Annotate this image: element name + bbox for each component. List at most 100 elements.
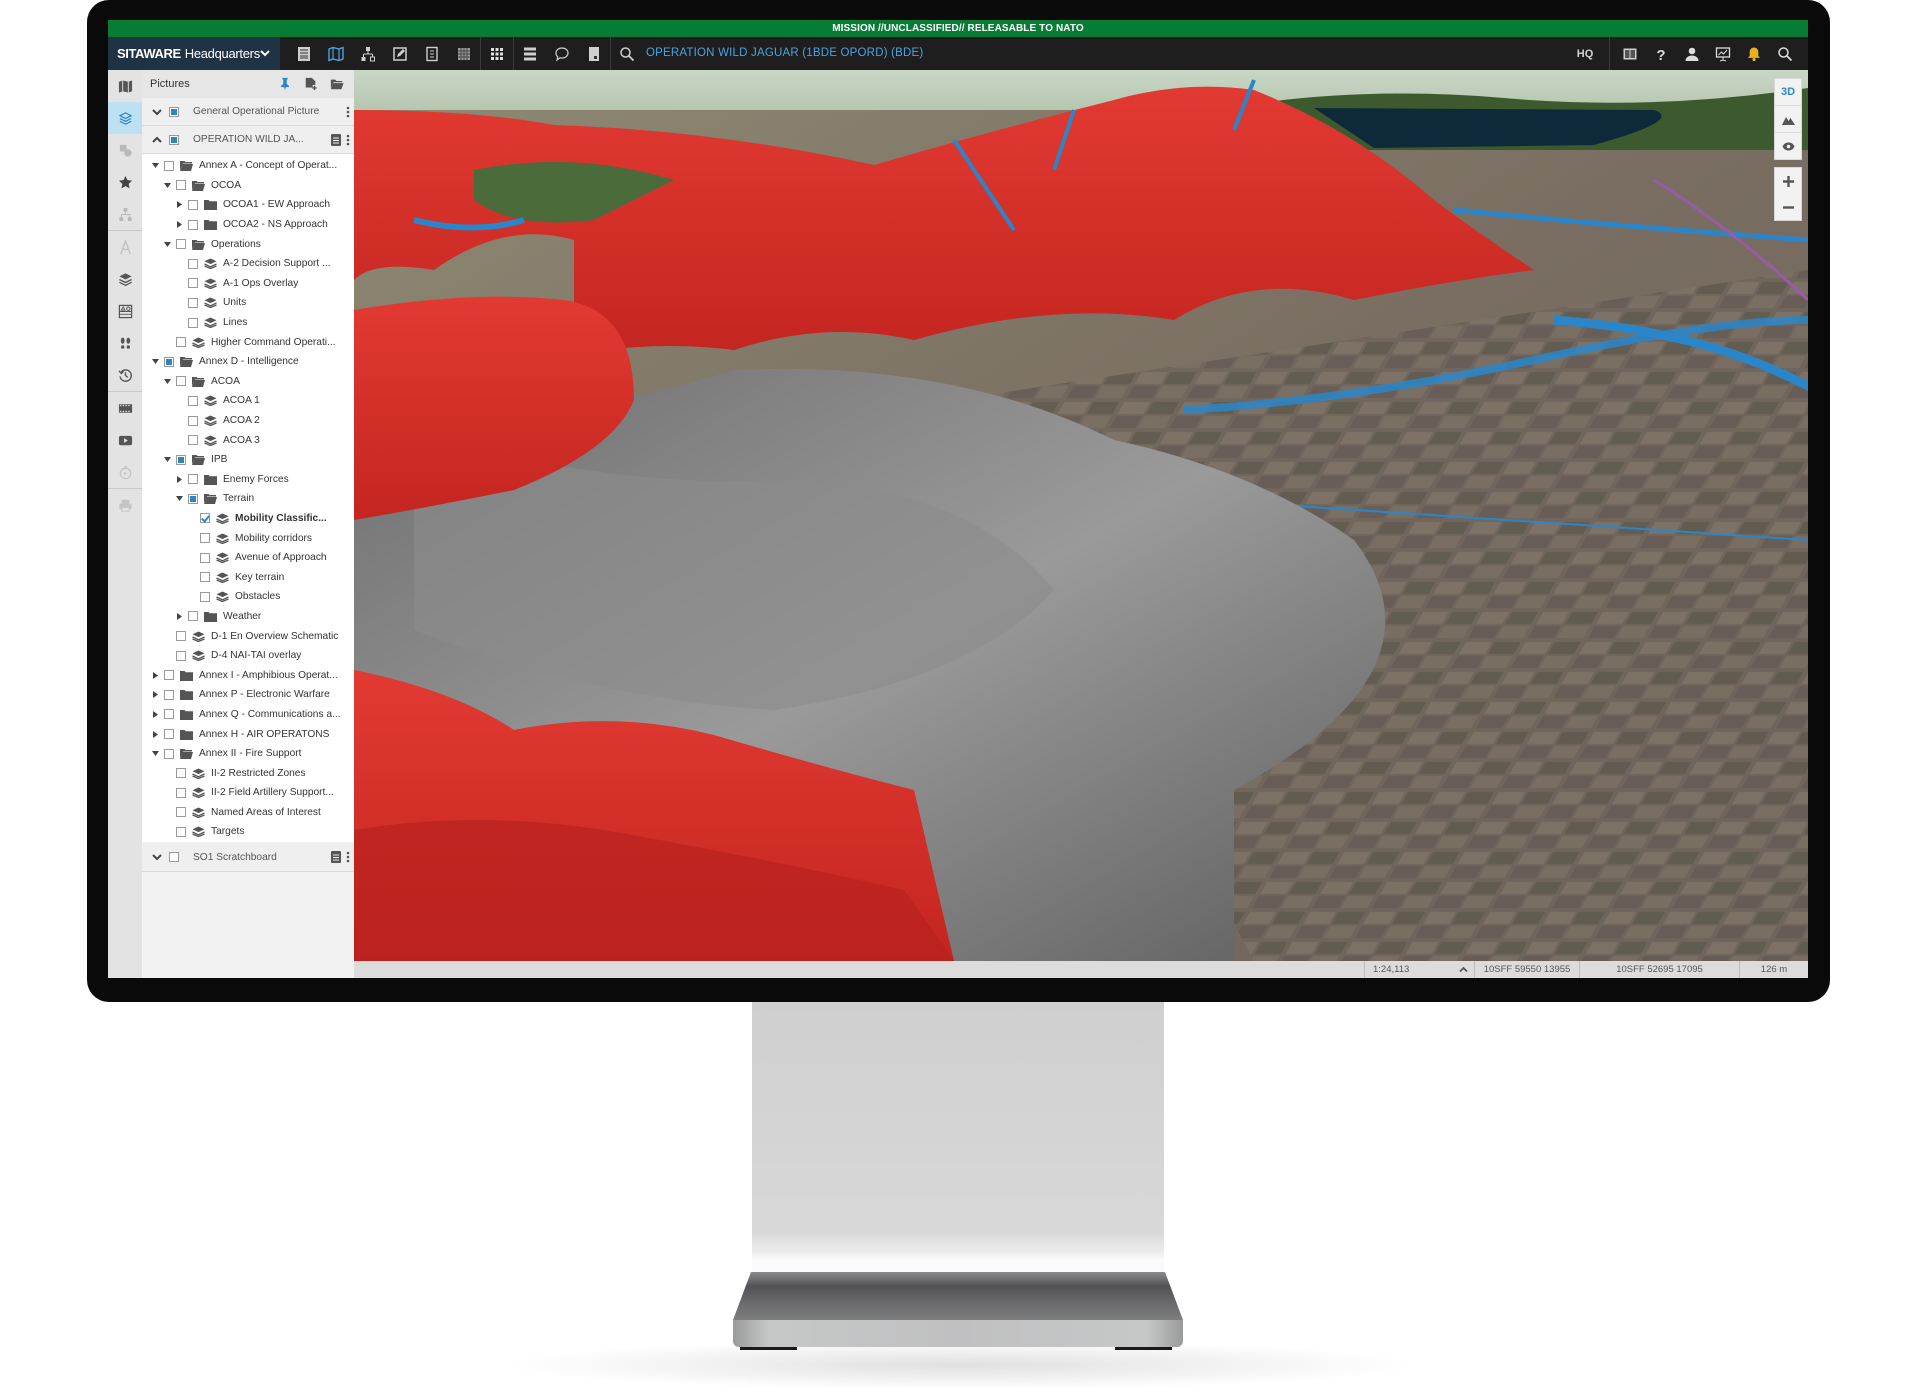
chat-button[interactable]	[546, 37, 578, 70]
tree-item[interactable]: Annex I - Amphibious Operat...	[142, 665, 354, 685]
tree-item[interactable]: II-2 Restricted Zones	[142, 763, 354, 783]
tree-item[interactable]: Units	[142, 293, 354, 313]
tree-item[interactable]: Annex II - Fire Support	[142, 744, 354, 764]
rail-item-map-book[interactable]	[108, 70, 142, 102]
operation-title[interactable]: OPERATION WILD JAGUAR (1BDE OPORD) (BDE)	[646, 37, 923, 70]
layer-checkbox[interactable]	[188, 415, 198, 426]
tree-item[interactable]: Key terrain	[142, 567, 354, 587]
tree-item[interactable]: A-2 Decision Support ...	[142, 254, 354, 274]
layer-checkbox[interactable]	[188, 258, 198, 269]
expand-triangle-closed-icon[interactable]	[150, 690, 160, 700]
app-switcher[interactable]: SITAWARE Headquarters	[108, 37, 280, 70]
document-icon[interactable]	[331, 851, 341, 864]
tree-item[interactable]: Terrain	[142, 489, 354, 509]
document-icon[interactable]	[331, 133, 341, 146]
chevron-down-icon[interactable]	[150, 850, 164, 864]
tree-item[interactable]: Avenue of Approach	[142, 548, 354, 568]
layer-checkbox[interactable]	[200, 552, 210, 563]
rail-item-history[interactable]	[108, 359, 142, 391]
chevron-up-icon[interactable]	[150, 133, 164, 147]
tree-item[interactable]: Operations	[142, 234, 354, 254]
picture-checkbox[interactable]	[169, 852, 179, 863]
tree-item[interactable]: Higher Command Operati...	[142, 332, 354, 352]
layer-checkbox[interactable]	[176, 337, 186, 348]
tree-item[interactable]: IPB	[142, 450, 354, 470]
rail-item-layer-stack[interactable]	[108, 263, 142, 295]
tree-item[interactable]: Mobility Classific...	[142, 509, 354, 529]
tree-item[interactable]: OCOA2 - NS Approach	[142, 215, 354, 235]
terrain-button[interactable]	[1775, 106, 1801, 133]
expand-triangle-closed-icon[interactable]	[150, 729, 160, 739]
more-options-icon[interactable]	[346, 851, 350, 863]
tree-item[interactable]: ACOA	[142, 372, 354, 392]
layer-checkbox[interactable]	[200, 591, 210, 602]
tree-item[interactable]: Enemy Forces	[142, 470, 354, 490]
layer-checkbox[interactable]	[188, 297, 198, 308]
layer-checkbox[interactable]	[176, 180, 186, 191]
apps-grid-button[interactable]	[481, 37, 513, 70]
picture-row-scratchboard[interactable]: SO1 Scratchboard	[142, 843, 354, 872]
split-view-button[interactable]	[1614, 37, 1645, 70]
tree-item[interactable]: A-1 Ops Overlay	[142, 274, 354, 294]
layer-checkbox[interactable]	[176, 454, 186, 465]
tree-item[interactable]: II-2 Field Artillery Support...	[142, 783, 354, 803]
global-search-button[interactable]	[1769, 37, 1800, 70]
tree-item[interactable]: Mobility corridors	[142, 528, 354, 548]
picture-checkbox[interactable]	[169, 134, 179, 145]
tree-item[interactable]: Annex A - Concept of Operat...	[142, 156, 354, 176]
expand-triangle-closed-icon[interactable]	[150, 709, 160, 719]
new-picture-button[interactable]	[298, 77, 324, 91]
layer-checkbox[interactable]	[176, 826, 186, 837]
bookmark-button[interactable]	[578, 37, 610, 70]
layer-checkbox[interactable]	[188, 317, 198, 328]
rail-item-filmstrip[interactable]	[108, 392, 142, 424]
layer-checkbox[interactable]	[188, 219, 198, 230]
document-list-button[interactable]	[288, 37, 320, 70]
zoom-out-button[interactable]	[1775, 194, 1801, 220]
layer-checkbox[interactable]	[176, 376, 186, 387]
expand-triangle-closed-icon[interactable]	[150, 670, 160, 680]
pin-panel-button[interactable]	[272, 77, 298, 91]
expand-triangle-open-icon[interactable]	[150, 749, 160, 759]
search-button[interactable]	[611, 37, 643, 70]
layer-checkbox[interactable]	[188, 435, 198, 446]
hq-indicator[interactable]: HQ	[1567, 48, 1603, 60]
map-view-3d[interactable]: 3D	[354, 70, 1808, 961]
picture-checkbox[interactable]	[169, 106, 179, 117]
expand-triangle-open-icon[interactable]	[150, 357, 160, 367]
layer-checkbox[interactable]	[176, 787, 186, 798]
more-options-icon[interactable]	[346, 106, 350, 118]
expand-triangle-closed-icon[interactable]	[174, 200, 184, 210]
layer-checkbox[interactable]	[164, 670, 174, 681]
tree-item[interactable]: D-4 NAI-TAI overlay	[142, 646, 354, 666]
rail-item-video[interactable]	[108, 424, 142, 456]
rail-item-shapes[interactable]	[108, 134, 142, 166]
expand-triangle-open-icon[interactable]	[162, 376, 172, 386]
rail-item-symbol-table[interactable]	[108, 295, 142, 327]
help-button[interactable]: ?	[1645, 37, 1676, 70]
tree-item[interactable]: ACOA 2	[142, 411, 354, 431]
tree-item[interactable]: Annex D - Intelligence	[142, 352, 354, 372]
presentation-button[interactable]	[1707, 37, 1738, 70]
expand-triangle-open-icon[interactable]	[162, 455, 172, 465]
tree-item[interactable]: Annex Q - Communications a...	[142, 705, 354, 725]
layer-checkbox[interactable]	[176, 807, 186, 818]
layer-checkbox[interactable]	[164, 748, 174, 759]
rail-item-layers[interactable]	[108, 102, 142, 134]
rail-item-favorites[interactable]	[108, 166, 142, 198]
expand-triangle-open-icon[interactable]	[150, 161, 160, 171]
map-scale[interactable]: 1:24,113	[1364, 961, 1474, 978]
tree-item[interactable]: Annex H - AIR OPERATONS	[142, 724, 354, 744]
layer-checkbox[interactable]	[200, 572, 210, 583]
layer-checkbox[interactable]	[164, 709, 174, 720]
layer-checkbox[interactable]	[176, 768, 186, 779]
picture-row-general[interactable]: General Operational Picture	[142, 98, 354, 126]
layer-checkbox[interactable]	[176, 239, 186, 250]
layer-checkbox[interactable]	[200, 533, 210, 544]
layer-checkbox[interactable]	[188, 395, 198, 406]
layer-checkbox[interactable]	[176, 650, 186, 661]
picture-row-operation[interactable]: OPERATION WILD JA...	[142, 126, 354, 154]
map-button[interactable]	[320, 37, 352, 70]
rail-item-text-style[interactable]	[108, 231, 142, 263]
user-button[interactable]	[1676, 37, 1707, 70]
